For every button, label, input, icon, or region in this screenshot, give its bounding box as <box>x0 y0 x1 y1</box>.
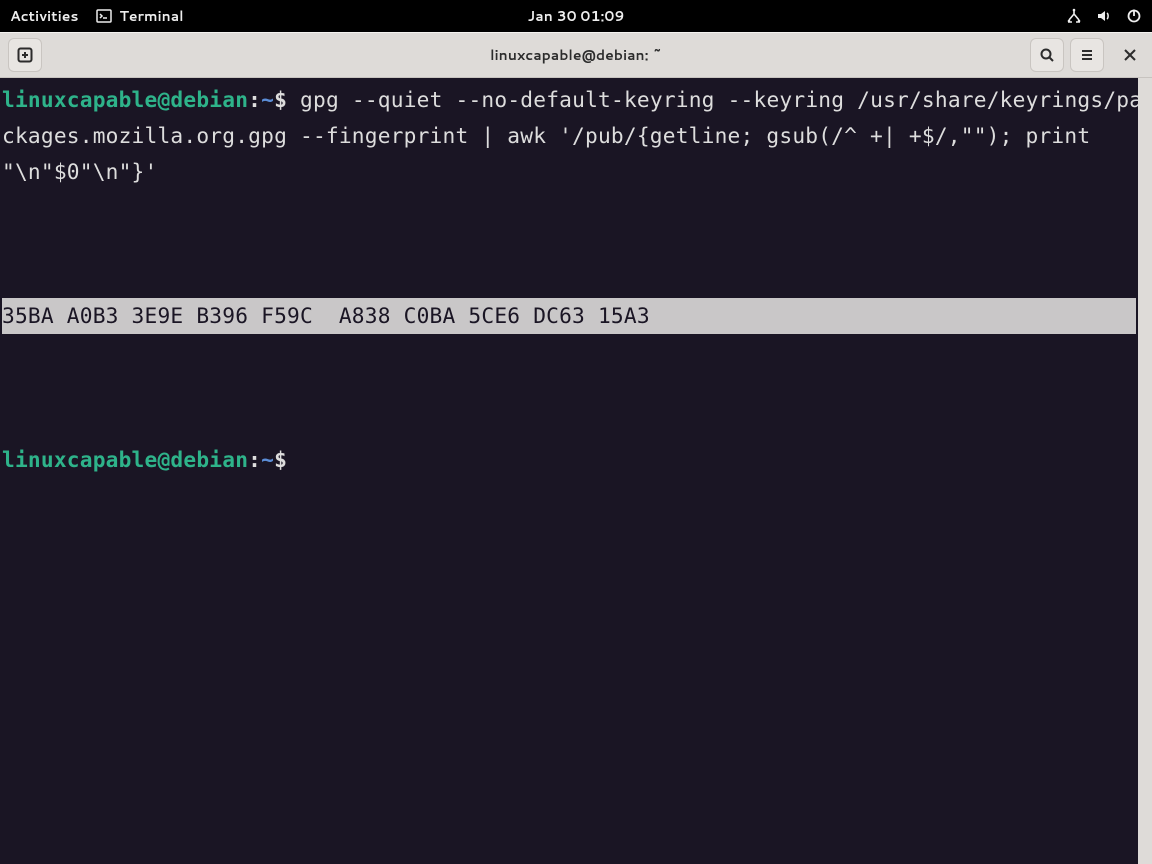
prompt-path: ~ <box>261 447 274 472</box>
scrollbar[interactable] <box>1138 78 1152 864</box>
current-app-label: Terminal <box>119 6 183 26</box>
window-title: linuxcapable@debian: ~ <box>490 45 662 65</box>
prompt-separator: : <box>248 447 261 472</box>
prompt-user: linuxcapable@debian <box>2 87 248 112</box>
prompt-separator: : <box>248 87 261 112</box>
terminal-viewport[interactable]: linuxcapable@debian:~$ gpg --quiet --no-… <box>0 78 1152 864</box>
terminal-app-icon <box>96 8 112 24</box>
activities-button[interactable]: Activities <box>10 6 78 26</box>
new-tab-button[interactable] <box>8 38 42 72</box>
network-icon <box>1066 8 1082 24</box>
prompt-user: linuxcapable@debian <box>2 447 248 472</box>
output-fingerprint: 35BA A0B3 3E9E B396 F59C A838 C0BA 5CE6 … <box>2 298 1136 334</box>
prompt-path: ~ <box>261 87 274 112</box>
volume-icon <box>1096 8 1112 24</box>
window-titlebar: linuxcapable@debian: ~ <box>0 32 1152 78</box>
clock[interactable]: Jan 30 01:09 <box>528 6 625 26</box>
gnome-topbar: Activities Terminal Jan 30 01:09 <box>0 0 1152 32</box>
power-icon <box>1126 8 1142 24</box>
system-status-area[interactable] <box>1066 8 1142 24</box>
search-button[interactable] <box>1030 38 1064 72</box>
prompt-symbol: $ <box>274 447 287 472</box>
current-app-menu[interactable]: Terminal <box>96 6 183 26</box>
menu-button[interactable] <box>1070 38 1104 72</box>
prompt-symbol: $ <box>274 87 287 112</box>
close-button[interactable] <box>1116 41 1144 69</box>
terminal-window: linuxcapable@debian: ~ linuxcapable@debi… <box>0 32 1152 864</box>
